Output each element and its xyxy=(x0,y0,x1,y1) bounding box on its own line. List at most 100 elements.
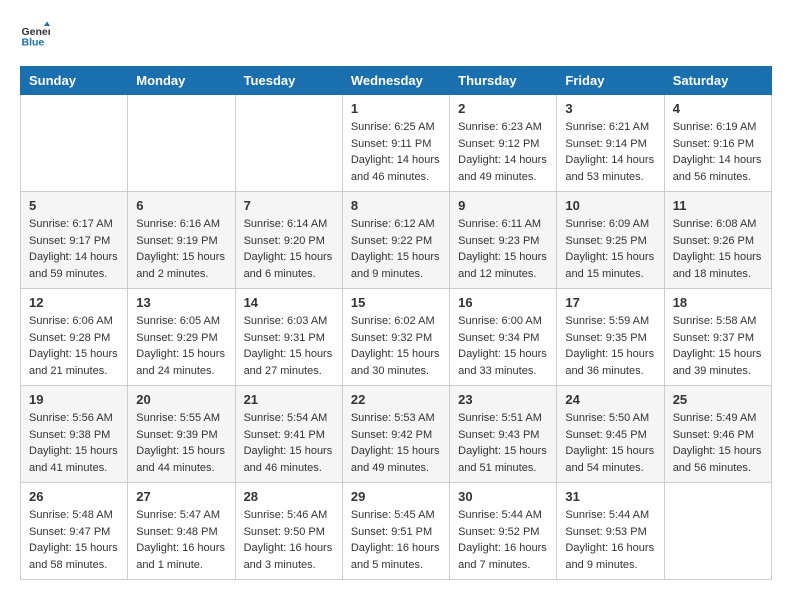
day-number: 29 xyxy=(351,489,441,504)
day-number: 24 xyxy=(565,392,655,407)
day-info: Sunrise: 5:51 AMSunset: 9:43 PMDaylight:… xyxy=(458,410,548,476)
day-info: Sunrise: 5:46 AMSunset: 9:50 PMDaylight:… xyxy=(244,507,334,573)
day-number: 8 xyxy=(351,198,441,213)
day-info: Sunrise: 6:23 AMSunset: 9:12 PMDaylight:… xyxy=(458,119,548,185)
day-number: 22 xyxy=(351,392,441,407)
day-number: 23 xyxy=(458,392,548,407)
day-info: Sunrise: 6:19 AMSunset: 9:16 PMDaylight:… xyxy=(673,119,763,185)
day-info: Sunrise: 6:09 AMSunset: 9:25 PMDaylight:… xyxy=(565,216,655,282)
calendar-cell: 14 Sunrise: 6:03 AMSunset: 9:31 PMDayligh… xyxy=(235,289,342,386)
day-number: 12 xyxy=(29,295,119,310)
day-info: Sunrise: 6:25 AMSunset: 9:11 PMDaylight:… xyxy=(351,119,441,185)
calendar-cell: 22 Sunrise: 5:53 AMSunset: 9:42 PMDayligh… xyxy=(342,386,449,483)
day-info: Sunrise: 5:56 AMSunset: 9:38 PMDaylight:… xyxy=(29,410,119,476)
calendar-cell: 13 Sunrise: 6:05 AMSunset: 9:29 PMDayligh… xyxy=(128,289,235,386)
day-number: 19 xyxy=(29,392,119,407)
calendar-cell: 28 Sunrise: 5:46 AMSunset: 9:50 PMDayligh… xyxy=(235,483,342,580)
weekday-header: Monday xyxy=(128,67,235,95)
weekday-header: Sunday xyxy=(21,67,128,95)
day-number: 31 xyxy=(565,489,655,504)
day-number: 18 xyxy=(673,295,763,310)
day-info: Sunrise: 6:11 AMSunset: 9:23 PMDaylight:… xyxy=(458,216,548,282)
day-number: 17 xyxy=(565,295,655,310)
day-info: Sunrise: 5:53 AMSunset: 9:42 PMDaylight:… xyxy=(351,410,441,476)
day-info: Sunrise: 6:05 AMSunset: 9:29 PMDaylight:… xyxy=(136,313,226,379)
day-number: 3 xyxy=(565,101,655,116)
day-number: 13 xyxy=(136,295,226,310)
day-number: 5 xyxy=(29,198,119,213)
calendar-cell: 31 Sunrise: 5:44 AMSunset: 9:53 PMDayligh… xyxy=(557,483,664,580)
calendar-cell: 5 Sunrise: 6:17 AMSunset: 9:17 PMDaylight… xyxy=(21,192,128,289)
weekday-header: Tuesday xyxy=(235,67,342,95)
calendar-cell: 9 Sunrise: 6:11 AMSunset: 9:23 PMDaylight… xyxy=(450,192,557,289)
day-info: Sunrise: 5:54 AMSunset: 9:41 PMDaylight:… xyxy=(244,410,334,476)
day-number: 20 xyxy=(136,392,226,407)
day-info: Sunrise: 5:58 AMSunset: 9:37 PMDaylight:… xyxy=(673,313,763,379)
day-info: Sunrise: 5:48 AMSunset: 9:47 PMDaylight:… xyxy=(29,507,119,573)
day-number: 10 xyxy=(565,198,655,213)
calendar-cell: 2 Sunrise: 6:23 AMSunset: 9:12 PMDaylight… xyxy=(450,95,557,192)
day-info: Sunrise: 5:50 AMSunset: 9:45 PMDaylight:… xyxy=(565,410,655,476)
day-number: 11 xyxy=(673,198,763,213)
calendar-cell: 15Sunrise: 6:02 AMSunset: 9:32 PMDayligh… xyxy=(342,289,449,386)
calendar-cell: 1 Sunrise: 6:25 AMSunset: 9:11 PMDaylight… xyxy=(342,95,449,192)
calendar-cell xyxy=(128,95,235,192)
day-number: 2 xyxy=(458,101,548,116)
calendar-cell: 26 Sunrise: 5:48 AMSunset: 9:47 PMDayligh… xyxy=(21,483,128,580)
day-info: Sunrise: 6:03 AMSunset: 9:31 PMDaylight:… xyxy=(244,313,334,379)
calendar-cell: 29 Sunrise: 5:45 AMSunset: 9:51 PMDayligh… xyxy=(342,483,449,580)
calendar-cell: 16Sunrise: 6:00 AMSunset: 9:34 PMDayligh… xyxy=(450,289,557,386)
day-info: Sunrise: 5:44 AMSunset: 9:53 PMDaylight:… xyxy=(565,507,655,573)
calendar-cell: 17Sunrise: 5:59 AMSunset: 9:35 PMDayligh… xyxy=(557,289,664,386)
day-number: 14 xyxy=(244,295,334,310)
calendar-cell: 7 Sunrise: 6:14 AMSunset: 9:20 PMDaylight… xyxy=(235,192,342,289)
day-info: Sunrise: 6:17 AMSunset: 9:17 PMDaylight:… xyxy=(29,216,119,282)
page-header: General Blue xyxy=(20,20,772,50)
day-number: 1 xyxy=(351,101,441,116)
day-info: Sunrise: 6:06 AMSunset: 9:28 PMDaylight:… xyxy=(29,313,119,379)
day-number: 27 xyxy=(136,489,226,504)
day-number: 4 xyxy=(673,101,763,116)
day-info: Sunrise: 5:44 AMSunset: 9:52 PMDaylight:… xyxy=(458,507,548,573)
day-number: 30 xyxy=(458,489,548,504)
calendar-cell: 3 Sunrise: 6:21 AMSunset: 9:14 PMDaylight… xyxy=(557,95,664,192)
day-info: Sunrise: 6:08 AMSunset: 9:26 PMDaylight:… xyxy=(673,216,763,282)
calendar-table: SundayMondayTuesdayWednesdayThursdayFrid… xyxy=(20,66,772,580)
day-number: 25 xyxy=(673,392,763,407)
calendar-cell: 23 Sunrise: 5:51 AMSunset: 9:43 PMDayligh… xyxy=(450,386,557,483)
calendar-cell: 12 Sunrise: 6:06 AMSunset: 9:28 PMDayligh… xyxy=(21,289,128,386)
day-info: Sunrise: 5:45 AMSunset: 9:51 PMDaylight:… xyxy=(351,507,441,573)
calendar-cell: 8 Sunrise: 6:12 AMSunset: 9:22 PMDaylight… xyxy=(342,192,449,289)
calendar-cell: 18 Sunrise: 5:58 AMSunset: 9:37 PMDayligh… xyxy=(664,289,771,386)
day-info: Sunrise: 5:49 AMSunset: 9:46 PMDaylight:… xyxy=(673,410,763,476)
calendar-cell: 19 Sunrise: 5:56 AMSunset: 9:38 PMDayligh… xyxy=(21,386,128,483)
day-number: 28 xyxy=(244,489,334,504)
day-info: Sunrise: 6:14 AMSunset: 9:20 PMDaylight:… xyxy=(244,216,334,282)
day-number: 9 xyxy=(458,198,548,213)
day-number: 15 xyxy=(351,295,441,310)
weekday-header: Friday xyxy=(557,67,664,95)
day-info: Sunrise: 6:12 AMSunset: 9:22 PMDaylight:… xyxy=(351,216,441,282)
calendar-cell: 25 Sunrise: 5:49 AMSunset: 9:46 PMDayligh… xyxy=(664,386,771,483)
calendar-cell: 4 Sunrise: 6:19 AMSunset: 9:16 PMDaylight… xyxy=(664,95,771,192)
day-info: Sunrise: 5:55 AMSunset: 9:39 PMDaylight:… xyxy=(136,410,226,476)
day-number: 26 xyxy=(29,489,119,504)
weekday-header: Saturday xyxy=(664,67,771,95)
calendar-header: SundayMondayTuesdayWednesdayThursdayFrid… xyxy=(21,67,772,95)
day-number: 7 xyxy=(244,198,334,213)
logo: General Blue xyxy=(20,20,54,50)
weekday-header: Wednesday xyxy=(342,67,449,95)
calendar-cell: 20 Sunrise: 5:55 AMSunset: 9:39 PMDayligh… xyxy=(128,386,235,483)
day-info: Sunrise: 6:21 AMSunset: 9:14 PMDaylight:… xyxy=(565,119,655,185)
calendar-cell: 6 Sunrise: 6:16 AMSunset: 9:19 PMDaylight… xyxy=(128,192,235,289)
calendar-cell xyxy=(235,95,342,192)
calendar-cell: 27 Sunrise: 5:47 AMSunset: 9:48 PMDayligh… xyxy=(128,483,235,580)
weekday-header: Thursday xyxy=(450,67,557,95)
calendar-cell: 21Sunrise: 5:54 AMSunset: 9:41 PMDayligh… xyxy=(235,386,342,483)
day-number: 6 xyxy=(136,198,226,213)
calendar-cell xyxy=(21,95,128,192)
day-info: Sunrise: 5:47 AMSunset: 9:48 PMDaylight:… xyxy=(136,507,226,573)
calendar-cell xyxy=(664,483,771,580)
calendar-cell: 24 Sunrise: 5:50 AMSunset: 9:45 PMDayligh… xyxy=(557,386,664,483)
day-info: Sunrise: 6:16 AMSunset: 9:19 PMDaylight:… xyxy=(136,216,226,282)
